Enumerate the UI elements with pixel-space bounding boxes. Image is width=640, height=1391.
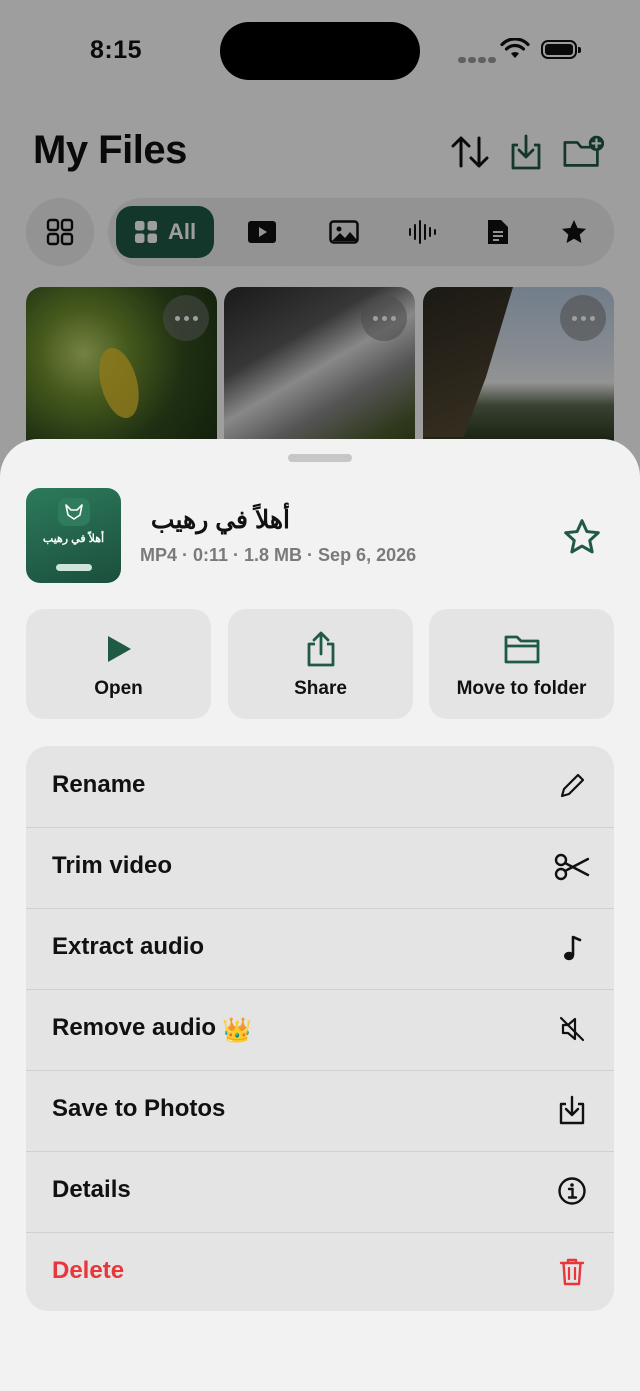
menu-item-details[interactable]: Details xyxy=(26,1151,614,1232)
menu-item-label: Delete xyxy=(52,1257,125,1284)
share-icon xyxy=(228,631,413,667)
info-icon xyxy=(554,1173,590,1209)
menu-item-rename[interactable]: Rename xyxy=(26,746,614,827)
trash-icon xyxy=(554,1254,590,1290)
menu-item-label-wrap: Remove audio 👑 xyxy=(52,1014,252,1045)
file-name: أهلاً في رهيب xyxy=(150,506,290,534)
speaker-slash-icon xyxy=(554,1011,590,1047)
open-button[interactable]: Open xyxy=(26,609,211,719)
menu-item-delete[interactable]: Delete xyxy=(26,1232,614,1311)
menu-item-label: Save to Photos xyxy=(52,1095,226,1122)
play-icon xyxy=(26,631,211,667)
menu-item-label: Trim video xyxy=(52,852,173,879)
menu-item-remove-audio[interactable]: Remove audio 👑 xyxy=(26,989,614,1070)
sheet-grabber[interactable] xyxy=(288,454,352,462)
pencil-icon xyxy=(554,768,590,804)
favorite-button[interactable] xyxy=(560,515,604,559)
scissors-icon xyxy=(554,849,590,885)
screen: 8:15 My Files All أهلاً في رهيب أهلاً في… xyxy=(0,0,640,1391)
menu-item-label: Details xyxy=(52,1176,131,1203)
menu-item-extract-audio[interactable]: Extract audio xyxy=(26,908,614,989)
share-button[interactable]: Share xyxy=(228,609,413,719)
menu-item-label: Rename xyxy=(52,771,146,798)
music-note-icon xyxy=(554,930,590,966)
file-actions-sheet: أهلاً في رهيب أهلاً في رهيب MP4 · 0:11 ·… xyxy=(0,439,640,1391)
fox-logo-icon xyxy=(58,498,90,526)
save-download-icon xyxy=(554,1092,590,1128)
file-menu: Rename Trim video Extract audio Remove a… xyxy=(26,746,614,1311)
move-to-folder-label: Move to folder xyxy=(456,678,587,699)
menu-item-label: Remove audio xyxy=(52,1014,217,1041)
file-meta: MP4 · 0:11 · 1.8 MB · Sep 6, 2026 xyxy=(140,545,417,565)
share-label: Share xyxy=(294,678,347,699)
folder-icon xyxy=(429,631,614,667)
menu-item-label: Extract audio xyxy=(52,933,205,960)
star-outline-icon xyxy=(564,519,600,554)
open-label: Open xyxy=(94,678,143,699)
crown-premium-icon: 👑 xyxy=(222,1017,252,1044)
menu-item-save-to-photos[interactable]: Save to Photos xyxy=(26,1070,614,1151)
move-to-folder-button[interactable]: Move to folder xyxy=(429,609,614,719)
menu-item-trim-video[interactable]: Trim video xyxy=(26,827,614,908)
file-thumbnail: أهلاً في رهيب xyxy=(26,488,121,583)
file-thumbnail-title: أهلاً في رهيب xyxy=(42,533,105,545)
